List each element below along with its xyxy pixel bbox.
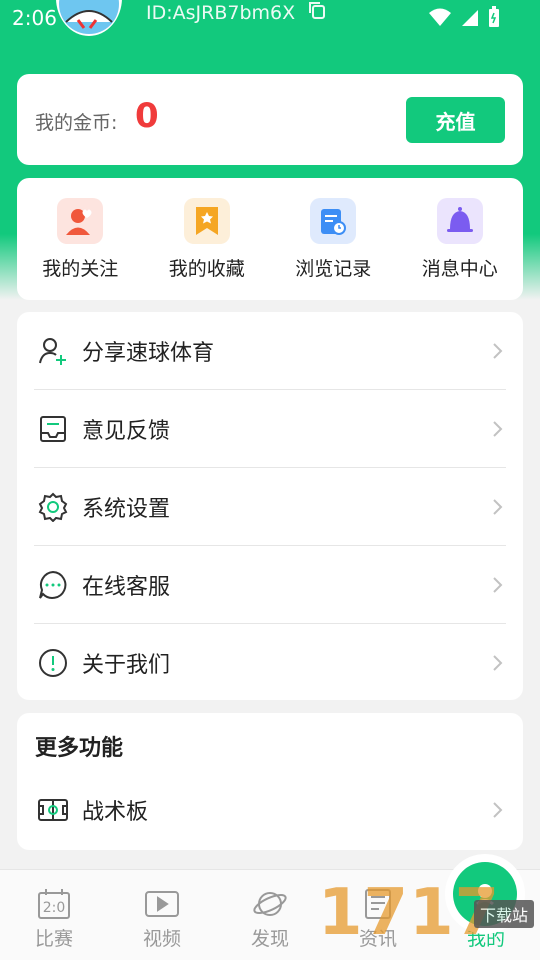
coin-value: 0: [135, 96, 159, 136]
menu-item-about[interactable]: 关于我们: [34, 624, 506, 701]
signal-icon: [460, 7, 480, 31]
tab-label: 视频: [142, 928, 181, 950]
chevron-right-icon: [493, 498, 503, 515]
wifi-icon: [428, 7, 452, 31]
menu-item-settings[interactable]: 系统设置: [34, 468, 506, 546]
menu-list: 分享速球体育 意见反馈 系统设置 在线客服 关于我们: [17, 312, 523, 700]
chevron-right-icon: [493, 420, 503, 437]
copy-icon[interactable]: [307, 0, 327, 25]
menu-item-tactics-board[interactable]: 战术板: [34, 779, 506, 841]
tab-label: 发现: [250, 928, 289, 950]
menu-item-share[interactable]: 分享速球体育: [34, 312, 506, 390]
chevron-right-icon: [493, 342, 503, 359]
quick-item-history[interactable]: 浏览记录: [270, 178, 397, 300]
quick-label: 消息中心: [421, 258, 498, 280]
scoreboard-icon: 2:0: [38, 889, 70, 919]
follow-icon: [57, 198, 104, 244]
quick-item-favorite[interactable]: 我的收藏: [144, 178, 271, 300]
battery-icon: [488, 6, 500, 32]
quick-item-follow[interactable]: 我的关注: [17, 178, 144, 300]
tactics-board-icon: [36, 793, 70, 827]
more-features-title: 更多功能: [35, 736, 124, 761]
watermark: 1717: [318, 876, 501, 950]
quick-label: 浏览记录: [295, 258, 372, 280]
chat-icon: [36, 568, 70, 602]
status-time: 2:06: [12, 6, 57, 30]
quick-item-messages[interactable]: 消息中心: [397, 178, 524, 300]
chevron-right-icon: [493, 802, 503, 818]
bell-icon: [436, 198, 483, 244]
menu-item-feedback[interactable]: 意见反馈: [34, 390, 506, 468]
recharge-button[interactable]: 充值: [406, 97, 505, 143]
status-icons: [428, 6, 500, 32]
quick-actions: 我的关注 我的收藏 浏览记录 消息中心: [17, 178, 523, 300]
gear-icon: [36, 490, 70, 524]
quick-label: 我的关注: [42, 258, 119, 280]
tab-discover[interactable]: 发现: [216, 870, 324, 960]
feedback-icon: [36, 412, 70, 446]
user-id-text: ID:AsJRB7bm6X: [146, 1, 296, 24]
watermark-sub: 下载站: [474, 900, 535, 928]
favorite-icon: [183, 198, 230, 244]
quick-label: 我的收藏: [168, 258, 245, 280]
menu-item-customer-service[interactable]: 在线客服: [34, 546, 506, 624]
chevron-right-icon: [493, 654, 503, 671]
tab-matches[interactable]: 2:0 比赛: [0, 870, 108, 960]
menu-label: 战术板: [82, 800, 149, 825]
user-id: ID:AsJRB7bm6X: [146, 0, 327, 25]
menu-label: 在线客服: [82, 574, 171, 600]
planet-icon: [253, 892, 287, 916]
video-icon: [145, 891, 179, 917]
share-user-icon: [36, 334, 70, 368]
menu-label: 意见反馈: [82, 418, 171, 444]
menu-label: 关于我们: [82, 652, 171, 678]
svg-text:2:0: 2:0: [43, 900, 66, 916]
info-icon: [36, 646, 70, 680]
history-icon: [310, 198, 357, 244]
coin-card: 我的金币: 0 充值: [17, 74, 523, 165]
menu-label: 分享速球体育: [82, 340, 215, 366]
tab-label: 比赛: [34, 928, 73, 950]
chevron-right-icon: [493, 576, 503, 593]
coin-label: 我的金币:: [35, 112, 118, 134]
menu-label: 系统设置: [82, 496, 171, 522]
more-features-card: 更多功能 战术板: [17, 713, 523, 850]
tab-video[interactable]: 视频: [108, 870, 216, 960]
